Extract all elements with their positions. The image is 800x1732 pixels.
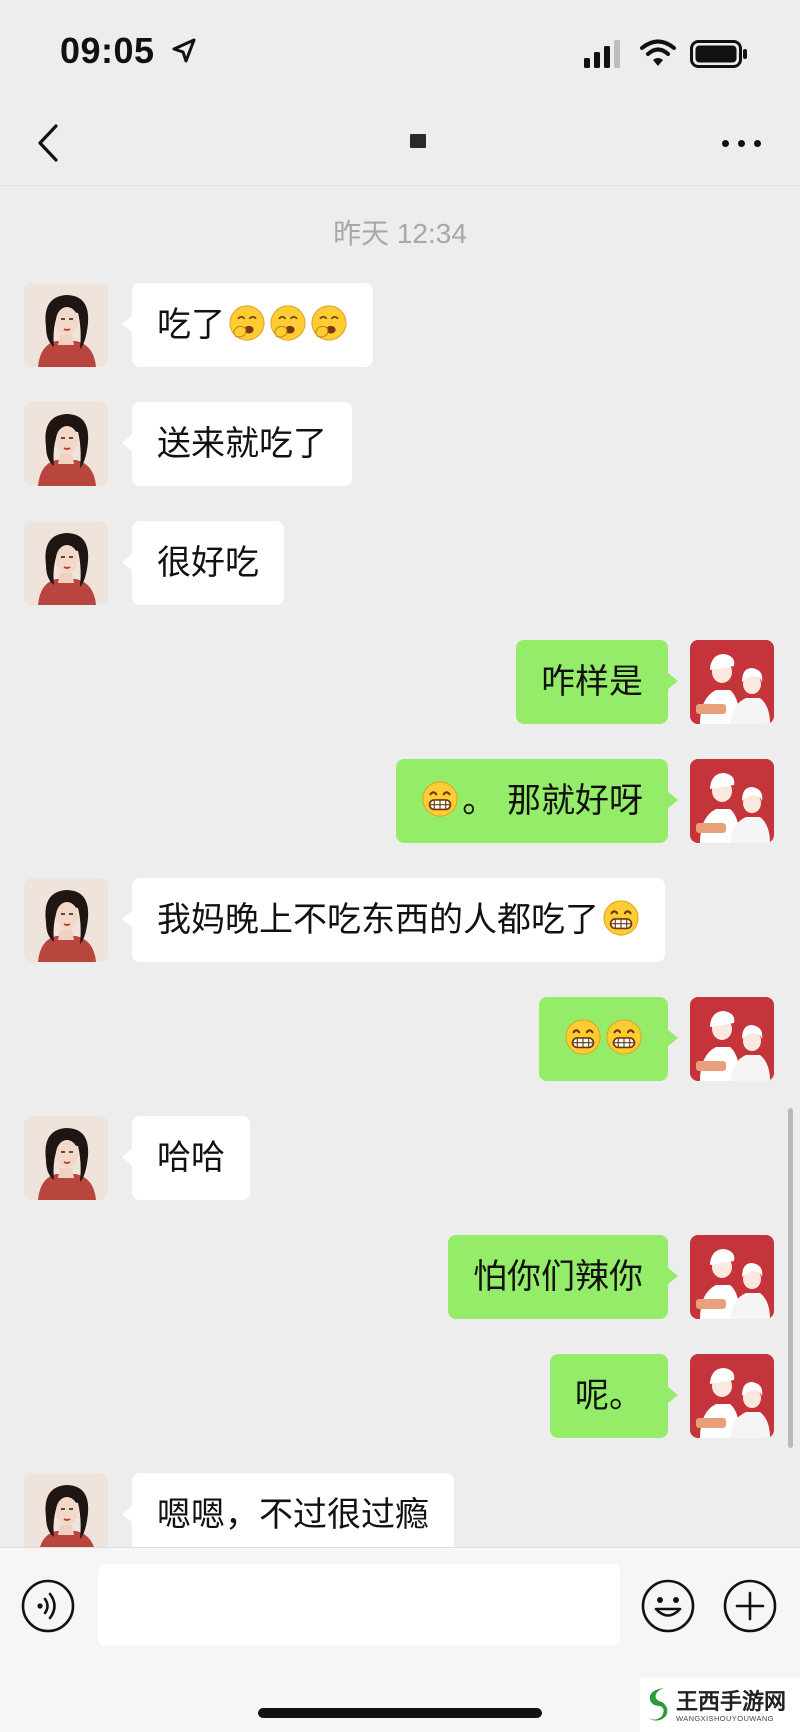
message-bubble-sent[interactable]: 。 那就好呀 [396,759,678,843]
message-text: 嗯嗯，不过很过瘾 [157,1495,429,1535]
contact-avatar[interactable] [24,1473,108,1557]
message-bubble-received[interactable]: 我妈晚上不吃东西的人都吃了 [122,878,665,962]
message-text: 送来就吃了 [157,424,327,464]
message-text: 很好吃 [157,543,259,583]
contact-avatar[interactable] [24,878,108,962]
site-watermark: 王西手游网 WANGXISHOUYOUWANG [640,1678,800,1732]
message-input[interactable] [98,1564,620,1646]
message-text: 我妈晚上不吃东西的人都吃了 [157,900,599,940]
watermark-title: 王西手游网 [676,1689,787,1715]
cellular-signal-icon [584,40,620,68]
yawning-face-emoji-icon [269,304,307,342]
message-text: 呢。 [575,1376,643,1416]
message-timestamp: 昨天 12:34 [333,218,467,249]
battery-icon [690,40,747,68]
grinning-face-emoji-icon [421,780,459,818]
message-bubble-sent[interactable] [539,997,678,1081]
message-text: 。 那就好呀 [462,781,643,821]
yawning-face-emoji-icon [310,304,348,342]
chat-scrollbar[interactable] [788,1108,793,1448]
message-bubble-received[interactable]: 送来就吃了 [122,402,352,486]
yawning-face-emoji-icon [228,304,266,342]
self-avatar[interactable] [690,1235,774,1319]
watermark-logo-icon [648,1688,668,1721]
contact-avatar[interactable] [24,521,108,605]
home-indicator [258,1708,542,1718]
message-bubble-sent[interactable]: 咋样是 [516,640,678,724]
message-bubble-received[interactable]: 嗯嗯，不过很过瘾 [122,1473,454,1557]
message-text: 怕你们辣你 [473,1257,643,1297]
message-text: 哈哈 [157,1138,225,1178]
message-bubble-received[interactable]: 很好吃 [122,521,284,605]
self-avatar[interactable] [690,997,774,1081]
grinning-face-emoji-icon [605,1018,643,1056]
message-text: 咋样是 [541,662,643,702]
contact-avatar[interactable] [24,1116,108,1200]
back-chevron-icon[interactable] [28,118,72,168]
grinning-face-emoji-icon [602,899,640,937]
status-time: 09:05 [60,30,155,71]
nav-bar [0,100,800,186]
wifi-icon [640,39,676,66]
message-bubble-received[interactable]: 吃了 [122,283,373,367]
message-bubble-received[interactable]: 哈哈 [122,1116,250,1200]
message-bubble-sent[interactable]: 呢。 [550,1354,678,1438]
self-avatar[interactable] [690,640,774,724]
contact-avatar[interactable] [24,402,108,486]
emoji-smile-icon[interactable] [640,1578,696,1634]
contact-avatar[interactable] [24,283,108,367]
self-avatar[interactable] [690,1354,774,1438]
voice-icon[interactable] [20,1578,76,1634]
status-bar: 09:05 [0,0,800,100]
plus-circle-icon[interactable] [722,1578,778,1634]
chat-title [410,134,426,148]
message-bubble-sent[interactable]: 怕你们辣你 [448,1235,678,1319]
location-arrow-icon [172,38,196,63]
more-dots-icon[interactable] [718,126,766,160]
watermark-subtitle: WANGXISHOUYOUWANG [676,1714,774,1723]
chat-area: 昨天 12:34 吃了 送来就吃了 很好吃 咋样是 。 那就好呀 我妈晚上不吃东… [0,187,800,1557]
self-avatar[interactable] [690,759,774,843]
message-text: 吃了 [157,305,225,345]
grinning-face-emoji-icon [564,1018,602,1056]
